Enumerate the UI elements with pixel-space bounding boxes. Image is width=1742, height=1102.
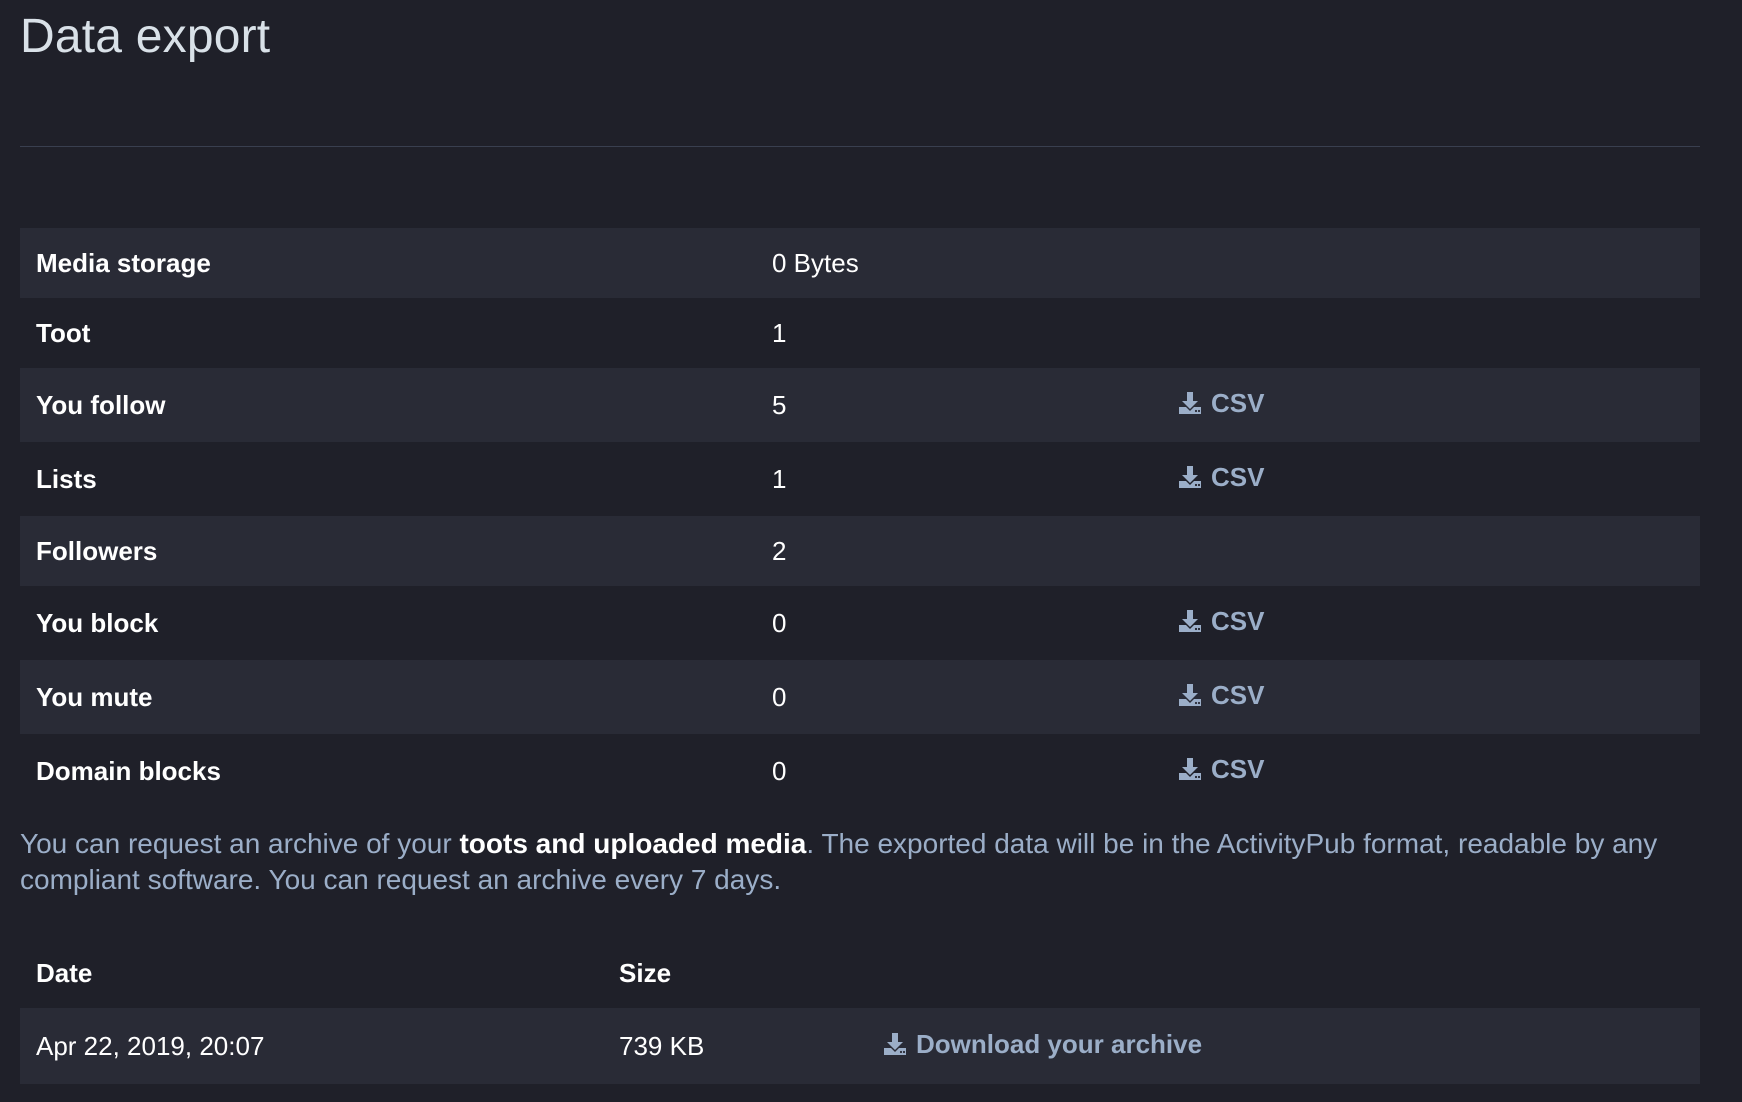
csv-label: CSV	[1211, 680, 1265, 710]
stats-action-cell: CSV	[1171, 368, 1700, 442]
stats-value: 2	[772, 536, 787, 566]
download-icon	[882, 1031, 908, 1057]
csv-download-link[interactable]: CSV	[1177, 586, 1264, 656]
download-archive-label: Download your archive	[916, 1029, 1203, 1059]
csv-download-link[interactable]: CSV	[1177, 368, 1264, 438]
stats-value: 0 Bytes	[772, 248, 859, 278]
csv-label: CSV	[1211, 754, 1265, 784]
download-icon	[1177, 608, 1203, 634]
stats-value: 1	[772, 464, 787, 494]
stats-row: You block 0 CSV	[20, 586, 1700, 660]
download-icon	[1177, 682, 1203, 708]
download-archive-link[interactable]: Download your archive	[882, 1008, 1202, 1080]
archive-size: 739 KB	[619, 1031, 705, 1061]
export-stats-table: Media storage 0 Bytes Toot 1 You follow 5 CSV L…	[20, 228, 1700, 808]
download-icon	[1177, 464, 1203, 490]
stats-row: You follow 5 CSV	[20, 368, 1700, 442]
divider	[20, 146, 1700, 147]
stats-action-cell: CSV	[1171, 734, 1700, 808]
stats-value: 0	[772, 608, 787, 638]
stats-value: 0	[772, 682, 787, 712]
archive-action-cell: Download your archive	[866, 1008, 1700, 1084]
stats-label: Media storage	[36, 248, 211, 278]
stats-value: 5	[772, 390, 787, 420]
stats-label: Followers	[36, 536, 158, 566]
stats-action-cell: CSV	[1171, 660, 1700, 734]
stats-label: Lists	[36, 464, 97, 494]
stats-action-cell: CSV	[1171, 586, 1700, 660]
archive-row: Apr 22, 2019, 20:07 739 KB Download your…	[20, 1008, 1700, 1084]
stats-value: 0	[772, 756, 787, 786]
stats-row: Media storage 0 Bytes	[20, 228, 1700, 298]
stats-label: You follow	[36, 390, 166, 420]
column-header-size: Size	[619, 958, 672, 988]
csv-label: CSV	[1211, 606, 1265, 636]
stats-action-cell	[1171, 298, 1700, 368]
stats-row: You mute 0 CSV	[20, 660, 1700, 734]
archive-header-row: Date Size	[20, 938, 1700, 1008]
download-icon	[1177, 756, 1203, 782]
stats-row: Lists 1 CSV	[20, 442, 1700, 516]
csv-download-link[interactable]: CSV	[1177, 442, 1264, 512]
column-header-action	[866, 938, 1700, 1008]
stats-label: You block	[36, 608, 159, 638]
csv-download-link[interactable]: CSV	[1177, 660, 1264, 730]
stats-label: You mute	[36, 682, 153, 712]
archive-description: You can request an archive of your toots…	[20, 826, 1700, 898]
download-icon	[1177, 390, 1203, 416]
stats-row: Domain blocks 0 CSV	[20, 734, 1700, 808]
stats-action-cell	[1171, 516, 1700, 586]
description-text: You can request an archive of your	[20, 828, 460, 859]
page-title: Data export	[20, 10, 271, 63]
column-header-date: Date	[36, 958, 93, 988]
archive-table: Date Size Apr 22, 2019, 20:07 739 KB Dow…	[20, 938, 1700, 1084]
stats-row: Followers 2	[20, 516, 1700, 586]
stats-label: Toot	[36, 318, 91, 348]
csv-label: CSV	[1211, 462, 1265, 492]
stats-row: Toot 1	[20, 298, 1700, 368]
stats-action-cell	[1171, 228, 1700, 298]
description-bold: toots and uploaded media	[459, 828, 807, 859]
csv-label: CSV	[1211, 388, 1265, 418]
stats-value: 1	[772, 318, 787, 348]
csv-download-link[interactable]: CSV	[1177, 734, 1264, 804]
stats-action-cell: CSV	[1171, 442, 1700, 516]
archive-date: Apr 22, 2019, 20:07	[36, 1031, 265, 1061]
stats-label: Domain blocks	[36, 756, 221, 786]
